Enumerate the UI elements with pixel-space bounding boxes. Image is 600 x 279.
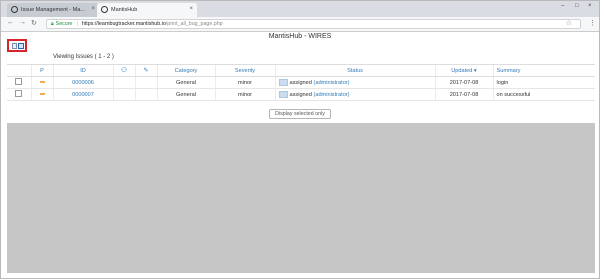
tab-mantishub[interactable]: MantisHub × — [97, 3, 197, 17]
print-document-icon[interactable] — [12, 43, 17, 49]
issue-id-link[interactable]: 0000006 — [72, 80, 94, 86]
export-icons-highlight — [7, 39, 27, 52]
page-title: MantisHub - WIRES — [268, 33, 332, 40]
bookmark-star-icon[interactable]: ☆ — [566, 19, 572, 27]
category-cell: General — [156, 88, 215, 101]
severity-cell: minor — [214, 88, 275, 101]
header-updated[interactable]: Updated ▾ — [434, 64, 493, 77]
header-id[interactable]: ID — [52, 64, 113, 77]
url-path: /print_all_bug_page.php — [165, 21, 223, 27]
empty-content-area — [7, 123, 595, 273]
secure-label: Secure — [55, 21, 73, 27]
display-selected-only-button[interactable]: Display selected only — [269, 109, 331, 119]
header-select — [7, 64, 31, 77]
priority-cell — [30, 88, 53, 101]
summary-cell: login — [492, 76, 595, 89]
status-color-icon — [278, 79, 288, 86]
back-icon[interactable]: ← — [7, 19, 14, 26]
header-priority[interactable]: P — [30, 64, 53, 77]
attachments-cell — [134, 88, 157, 101]
header-category[interactable]: Category — [156, 64, 215, 77]
close-window-icon[interactable]: × — [588, 3, 592, 9]
tab-label: Issue Management - Ma... — [21, 7, 85, 13]
issues-table: P ID 💬︎ ✎ Category Severity Status Updat… — [7, 64, 595, 101]
row-checkbox[interactable] — [7, 76, 31, 89]
viewing-issues-label: Viewing Issues ( 1 - 2 ) — [53, 54, 114, 60]
priority-normal-icon — [39, 81, 45, 84]
status-text: assigned — [289, 91, 312, 98]
status-color-icon — [278, 91, 288, 98]
assignee-link[interactable]: (administrator) — [313, 92, 349, 98]
priority-normal-icon — [39, 93, 45, 96]
header-status[interactable]: Status — [274, 64, 435, 77]
checkbox[interactable] — [15, 90, 23, 97]
table-row: 0000007 General minor assigned (administ… — [7, 88, 595, 101]
checkbox[interactable] — [15, 78, 23, 85]
assignee-link[interactable]: (administrator) — [313, 80, 349, 86]
close-tab-icon[interactable]: × — [189, 6, 193, 12]
reload-icon[interactable]: ↻ — [31, 19, 37, 27]
header-summary[interactable]: Summary — [492, 64, 595, 77]
separator: | — [76, 21, 78, 27]
browser-window: Issue Management - Ma... × MantisHub × –… — [0, 0, 600, 279]
issue-id-cell[interactable]: 0000006 — [52, 76, 113, 89]
priority-cell — [30, 76, 53, 89]
word-export-icon[interactable] — [18, 43, 24, 49]
table-row: 0000006 General minor assigned (administ… — [7, 76, 595, 89]
header-attachments[interactable]: ✎ — [134, 64, 157, 77]
severity-cell: minor — [214, 76, 275, 89]
issue-id-cell[interactable]: 0000007 — [52, 88, 113, 101]
tab-label: MantisHub — [111, 7, 138, 13]
status-cell: assigned (administrator) — [274, 76, 435, 89]
attachment-icon: ✎ — [143, 68, 149, 74]
url-host: https://learnbugtracker.mantishub.io — [81, 21, 166, 27]
forward-icon[interactable]: → — [19, 19, 26, 26]
updated-cell: 2017-07-08 — [434, 76, 493, 89]
row-checkbox[interactable] — [7, 88, 31, 101]
attachments-cell — [134, 76, 157, 89]
lock-icon: 🔒︎ — [51, 21, 54, 27]
category-cell: General — [156, 76, 215, 89]
status-text: assigned — [289, 79, 312, 86]
issue-id-link[interactable]: 0000007 — [72, 92, 94, 98]
table-header-row: P ID 💬︎ ✎ Category Severity Status Updat… — [7, 64, 595, 77]
notes-cell — [112, 76, 135, 89]
mantis-favicon-icon — [11, 6, 18, 13]
close-tab-icon[interactable]: × — [91, 6, 95, 12]
mantis-favicon-icon — [101, 6, 108, 13]
notes-icon: 💬︎ — [120, 68, 128, 74]
notes-cell — [112, 88, 135, 101]
browser-toolbar: ← → ↻ 🔒︎ Secure | https://learnbugtracke… — [1, 17, 599, 32]
header-severity[interactable]: Severity — [214, 64, 275, 77]
maximize-icon[interactable]: □ — [575, 3, 579, 9]
tab-strip: Issue Management - Ma... × MantisHub × –… — [1, 1, 599, 17]
updated-cell: 2017-07-08 — [434, 88, 493, 101]
tab-issue-management[interactable]: Issue Management - Ma... × — [7, 3, 99, 17]
status-cell: assigned (administrator) — [274, 88, 435, 101]
minimize-icon[interactable]: – — [561, 3, 564, 9]
address-bar[interactable]: 🔒︎ Secure | https://learnbugtracker.mant… — [46, 19, 581, 29]
browser-menu-icon[interactable]: ⋮ — [589, 19, 596, 27]
header-notes[interactable]: 💬︎ — [112, 64, 135, 77]
summary-cell: on successful — [492, 88, 595, 101]
